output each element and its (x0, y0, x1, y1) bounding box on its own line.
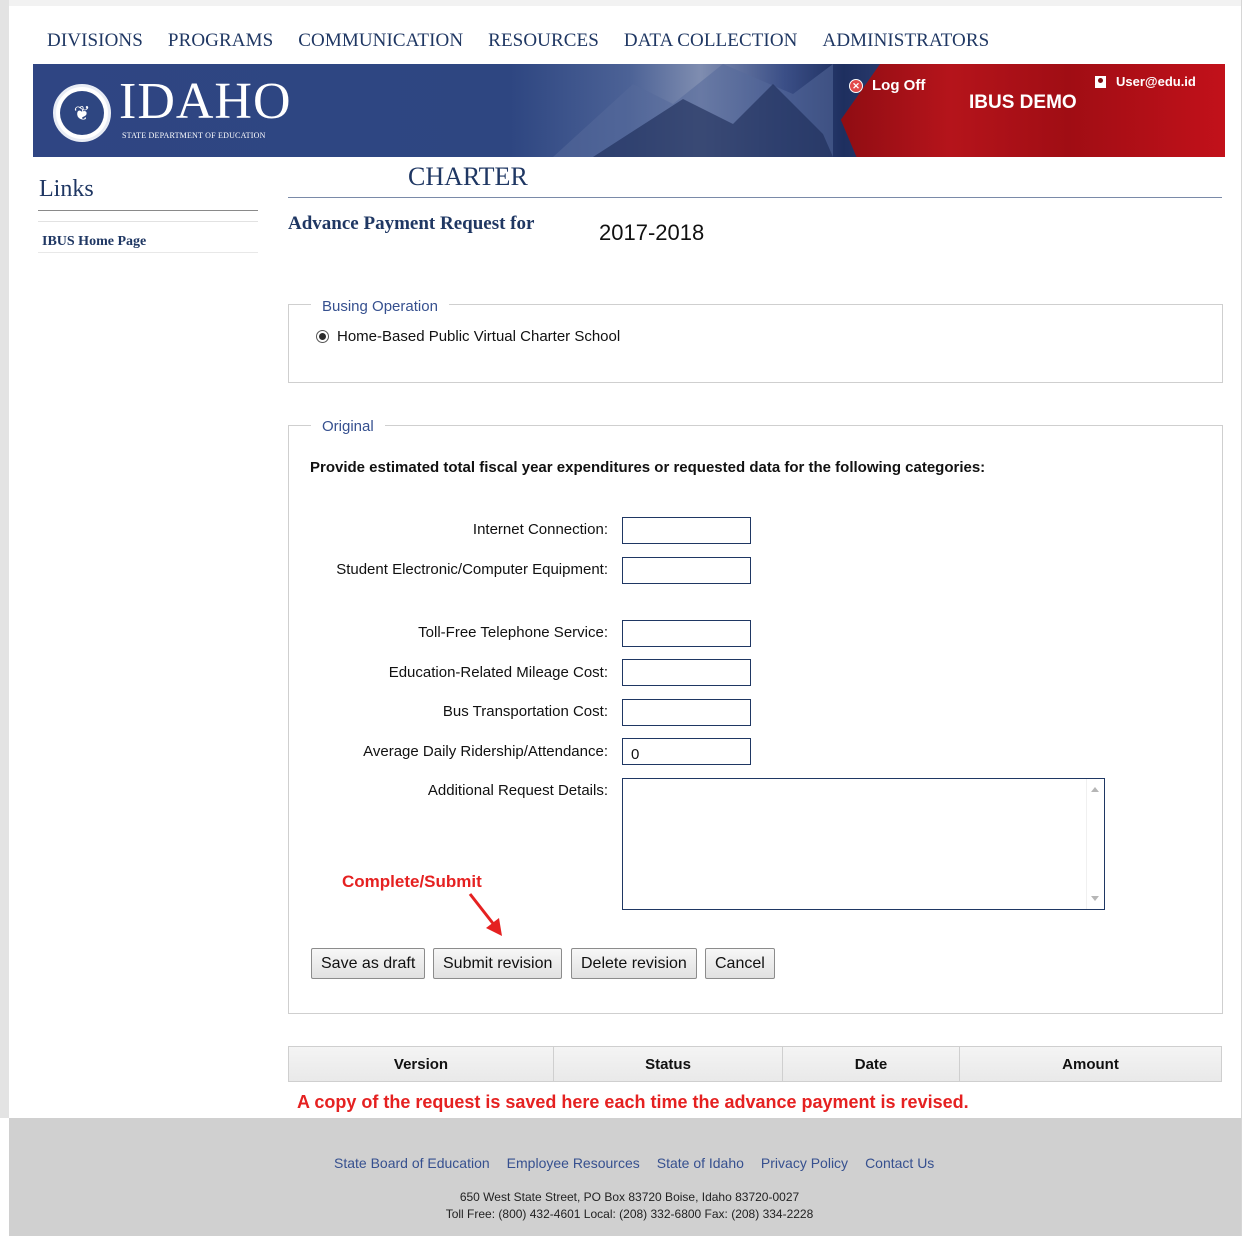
nav-administrators[interactable]: ADMINISTRATORS (823, 30, 990, 52)
annotation-arrow-icon (468, 893, 502, 936)
mileage-cost-input[interactable] (622, 659, 751, 686)
busing-option-row[interactable]: Home-Based Public Virtual Charter School (316, 328, 620, 345)
top-navigation: DIVISIONS PROGRAMS COMMUNICATION RESOURC… (47, 30, 1014, 52)
original-fieldset (288, 425, 1223, 1014)
computer-equipment-label: Student Electronic/Computer Equipment: (336, 561, 608, 578)
internet-connection-label: Internet Connection: (472, 521, 608, 538)
nav-resources[interactable]: RESOURCES (488, 30, 599, 52)
page-title: CHARTER (408, 162, 528, 191)
nav-divisions[interactable]: DIVISIONS (47, 30, 143, 52)
scroll-down-icon[interactable] (1091, 896, 1099, 901)
title-divider (288, 197, 1222, 198)
telephone-service-input[interactable] (622, 620, 751, 647)
nav-communication[interactable]: COMMUNICATION (298, 30, 463, 52)
submit-revision-button[interactable]: Submit revision (433, 948, 563, 979)
user-label: User@edu.id (1116, 74, 1196, 89)
request-label: Advance Payment Request for (288, 213, 535, 234)
save-draft-button[interactable]: Save as draft (311, 948, 426, 979)
bus-transportation-label: Bus Transportation Cost: (442, 703, 608, 720)
ridership-input[interactable] (622, 738, 751, 765)
footer-links: State Board of Education Employee Resour… (334, 1155, 951, 1171)
footer-link-state-of-idaho[interactable]: State of Idaho (657, 1155, 744, 1171)
busing-option-label: Home-Based Public Virtual Charter School (337, 328, 621, 345)
nav-programs[interactable]: PROGRAMS (168, 30, 273, 52)
revision-history-table: Version Status Date Amount (288, 1046, 1222, 1082)
request-details-label: Additional Request Details: (427, 782, 608, 799)
column-header-status[interactable]: Status (554, 1047, 783, 1081)
app-name: IBUS DEMO (969, 92, 1077, 113)
nav-data-collection[interactable]: DATA COLLECTION (624, 30, 798, 52)
footer-link-state-board[interactable]: State Board of Education (334, 1155, 490, 1171)
copy-saved-annotation: A copy of the request is saved here each… (297, 1092, 969, 1112)
user-icon (1095, 75, 1106, 88)
mileage-cost-label: Education-Related Mileage Cost: (388, 664, 608, 681)
idaho-logo-subtitle: STATE DEPARTMENT OF EDUCATION (122, 131, 266, 140)
textarea-scrollbar[interactable] (1086, 779, 1104, 909)
footer-address: 650 West State Street, PO Box 83720 Bois… (459, 1190, 800, 1204)
state-seal-logo[interactable]: ❦ (53, 84, 111, 142)
footer-phones: Toll Free: (800) 432-4601 Local: (208) 3… (445, 1207, 814, 1221)
footer-link-privacy-policy[interactable]: Privacy Policy (761, 1155, 848, 1171)
cancel-button[interactable]: Cancel (705, 948, 775, 979)
original-legend: Original (311, 418, 385, 435)
idaho-logo-text[interactable]: IDAHO (119, 74, 292, 130)
delete-revision-button[interactable]: Delete revision (571, 948, 697, 979)
telephone-service-label: Toll-Free Telephone Service: (418, 624, 608, 641)
header-banner: ❦ IDAHO STATE DEPARTMENT OF EDUCATION ✕ … (33, 64, 1225, 157)
logoff-link[interactable]: ✕ Log Off (849, 77, 925, 94)
user-account[interactable]: User@edu.id (1095, 74, 1196, 89)
busing-operation-legend: Busing Operation (311, 298, 449, 315)
window-left-edge (0, 0, 9, 1118)
sidebar-item-ibus-home[interactable]: IBUS Home Page (42, 234, 146, 250)
sidebar-divider (38, 210, 258, 211)
column-header-version[interactable]: Version (289, 1047, 554, 1081)
ridership-label: Average Daily Ridership/Attendance: (363, 743, 608, 760)
column-header-amount[interactable]: Amount (960, 1047, 1221, 1081)
sidebar-divider (38, 252, 258, 253)
footer-link-contact-us[interactable]: Contact Us (865, 1155, 934, 1171)
bus-transportation-input[interactable] (622, 699, 751, 726)
sidebar-title: Links (39, 176, 94, 202)
window-top-edge (9, 0, 1241, 6)
request-details-textarea[interactable] (622, 778, 1105, 910)
logoff-label: Log Off (872, 77, 926, 94)
column-header-date[interactable]: Date (783, 1047, 960, 1081)
scroll-up-icon[interactable] (1091, 787, 1099, 792)
seal-emblem-icon: ❦ (60, 91, 104, 135)
internet-connection-input[interactable] (622, 517, 751, 544)
instructions-text: Provide estimated total fiscal year expe… (310, 459, 986, 476)
computer-equipment-input[interactable] (622, 557, 751, 584)
window-right-edge (1241, 0, 1249, 1236)
complete-submit-annotation: Complete/Submit (342, 872, 482, 891)
page-footer: State Board of Education Employee Resour… (9, 1118, 1241, 1236)
request-year: 2017-2018 (599, 220, 705, 245)
sidebar-divider (38, 221, 258, 222)
close-circle-icon: ✕ (849, 78, 863, 93)
footer-link-employee-resources[interactable]: Employee Resources (507, 1155, 640, 1171)
busing-option-radio[interactable] (316, 330, 329, 343)
